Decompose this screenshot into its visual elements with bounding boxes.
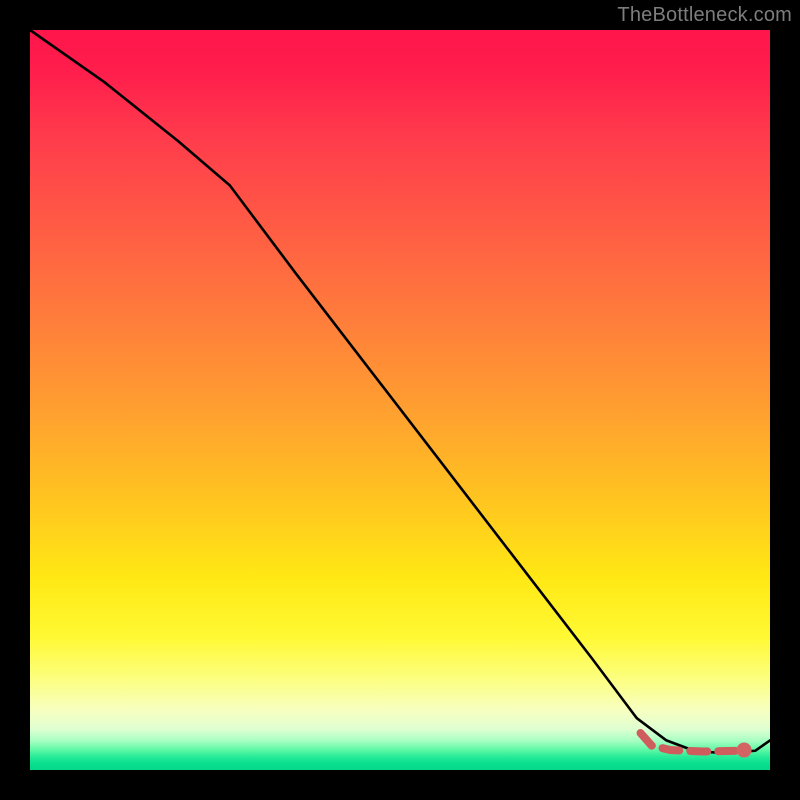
bottleneck-curve [30,30,770,753]
chart-svg [30,30,770,770]
plot-area [30,30,770,770]
optimal-point-dot [737,743,752,758]
optimal-range-dashed [641,733,741,752]
attribution-text: TheBottleneck.com [617,4,792,27]
chart-stage: TheBottleneck.com [0,0,800,800]
